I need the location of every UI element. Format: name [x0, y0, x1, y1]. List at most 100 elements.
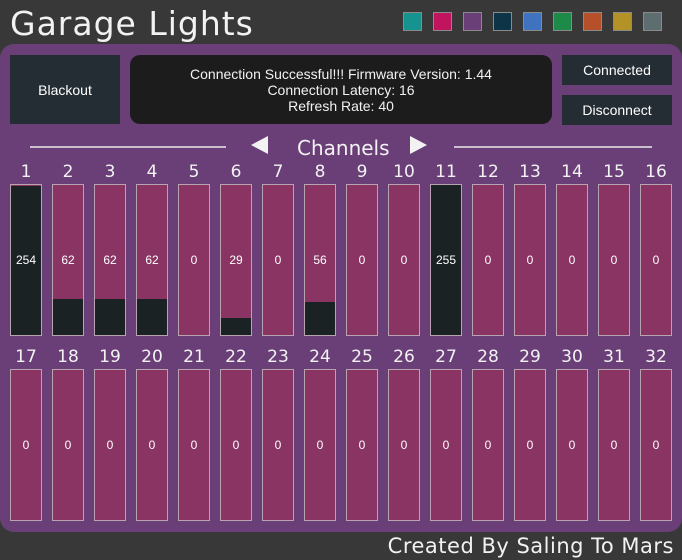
- channel-value: 0: [652, 438, 660, 452]
- channel-fader-20[interactable]: 0: [136, 369, 168, 521]
- channel-fader-26[interactable]: 0: [388, 369, 420, 521]
- blackout-button[interactable]: Blackout: [10, 55, 120, 124]
- channel-value: 0: [610, 438, 618, 452]
- channel-value: 0: [358, 438, 366, 452]
- channel-fader-14[interactable]: 0: [556, 184, 588, 336]
- disconnect-button[interactable]: Disconnect: [562, 95, 672, 125]
- channel-fader-28[interactable]: 0: [472, 369, 504, 521]
- channel-fader-9[interactable]: 0: [346, 184, 378, 336]
- channel-fader-23[interactable]: 0: [262, 369, 294, 521]
- channel-number: 14: [561, 162, 583, 182]
- channel-number: 29: [519, 347, 541, 367]
- channel-value: 56: [313, 253, 327, 267]
- channel-value: 0: [232, 438, 240, 452]
- swatch-orange[interactable]: [583, 12, 602, 31]
- swatch-gold[interactable]: [613, 12, 632, 31]
- channel-fader-4[interactable]: 62: [136, 184, 168, 336]
- channel-fader-10[interactable]: 0: [388, 184, 420, 336]
- channel-number: 19: [99, 347, 121, 367]
- channel-value: 62: [103, 253, 117, 267]
- swatch-teal[interactable]: [403, 12, 422, 31]
- channel-value: 62: [61, 253, 75, 267]
- channel-fader-21[interactable]: 0: [178, 369, 210, 521]
- channel-value: 0: [526, 253, 534, 267]
- connected-button[interactable]: Connected: [562, 55, 672, 85]
- status-firmware-line: Connection Successful!!! Firmware Versio…: [190, 66, 492, 82]
- channel-number: 22: [225, 347, 247, 367]
- channel-fader-32[interactable]: 0: [640, 369, 672, 521]
- channel-number: 7: [272, 162, 284, 182]
- channel-value: 0: [484, 253, 492, 267]
- channel-value: 0: [400, 438, 408, 452]
- channel-value: 0: [442, 438, 450, 452]
- channel-number: 2: [62, 162, 74, 182]
- channel-number: 3: [104, 162, 116, 182]
- channel-value: 255: [435, 253, 457, 267]
- channel-value: 29: [229, 253, 243, 267]
- channel-fader-2[interactable]: 62: [52, 184, 84, 336]
- channel-value: 0: [22, 438, 30, 452]
- channel-number: 32: [645, 347, 667, 367]
- channel-fader-6[interactable]: 29: [220, 184, 252, 336]
- channel-value: 0: [568, 438, 576, 452]
- channel-number: 26: [393, 347, 415, 367]
- swatch-green[interactable]: [553, 12, 572, 31]
- channel-fader-11[interactable]: 255: [430, 184, 462, 336]
- channel-value: 0: [148, 438, 156, 452]
- channel-number: 23: [267, 347, 289, 367]
- swatch-blue[interactable]: [523, 12, 542, 31]
- channel-fader-19[interactable]: 0: [94, 369, 126, 521]
- channel-fader-3[interactable]: 62: [94, 184, 126, 336]
- channel-value: 0: [652, 253, 660, 267]
- channel-number: 11: [435, 162, 457, 182]
- channel-fader-22[interactable]: 0: [220, 369, 252, 521]
- channel-fader-18[interactable]: 0: [52, 369, 84, 521]
- prev-page-arrow-icon[interactable]: [251, 136, 268, 154]
- channel-number: 15: [603, 162, 625, 182]
- channel-number: 20: [141, 347, 163, 367]
- channel-number: 31: [603, 347, 625, 367]
- swatch-slate[interactable]: [643, 12, 662, 31]
- channels-divider-left: [30, 146, 226, 148]
- channel-number: 16: [645, 162, 667, 182]
- swatch-purple[interactable]: [463, 12, 482, 31]
- status-refresh-line: Refresh Rate: 40: [288, 98, 394, 114]
- channel-value: 0: [568, 253, 576, 267]
- swatch-dark-navy[interactable]: [493, 12, 512, 31]
- channel-number: 6: [230, 162, 242, 182]
- channel-number: 9: [356, 162, 368, 182]
- fader-level-fill: [305, 302, 335, 335]
- channel-fader-17[interactable]: 0: [10, 369, 42, 521]
- channel-fader-15[interactable]: 0: [598, 184, 630, 336]
- channel-value: 0: [190, 438, 198, 452]
- channel-fader-31[interactable]: 0: [598, 369, 630, 521]
- channel-fader-12[interactable]: 0: [472, 184, 504, 336]
- channel-fader-13[interactable]: 0: [514, 184, 546, 336]
- channel-number: 18: [57, 347, 79, 367]
- channel-value: 0: [190, 253, 198, 267]
- channel-fader-1[interactable]: 254: [10, 184, 42, 336]
- channel-value: 0: [106, 438, 114, 452]
- channel-fader-5[interactable]: 0: [178, 184, 210, 336]
- swatch-magenta[interactable]: [433, 12, 452, 31]
- channel-value: 0: [358, 253, 366, 267]
- channel-number: 8: [314, 162, 326, 182]
- channel-value: 0: [274, 438, 282, 452]
- channel-value: 0: [610, 253, 618, 267]
- channel-fader-24[interactable]: 0: [304, 369, 336, 521]
- channel-fader-16[interactable]: 0: [640, 184, 672, 336]
- fader-level-fill: [221, 317, 251, 335]
- channel-fader-8[interactable]: 56: [304, 184, 336, 336]
- next-page-arrow-icon[interactable]: [410, 136, 427, 154]
- channel-number: 13: [519, 162, 541, 182]
- channels-divider-right: [454, 146, 652, 148]
- channel-number: 4: [146, 162, 158, 182]
- channel-fader-29[interactable]: 0: [514, 369, 546, 521]
- channel-value: 0: [526, 438, 534, 452]
- channel-fader-7[interactable]: 0: [262, 184, 294, 336]
- channel-value: 0: [316, 438, 324, 452]
- channel-number: 17: [15, 347, 37, 367]
- channel-fader-27[interactable]: 0: [430, 369, 462, 521]
- channel-fader-30[interactable]: 0: [556, 369, 588, 521]
- channel-fader-25[interactable]: 0: [346, 369, 378, 521]
